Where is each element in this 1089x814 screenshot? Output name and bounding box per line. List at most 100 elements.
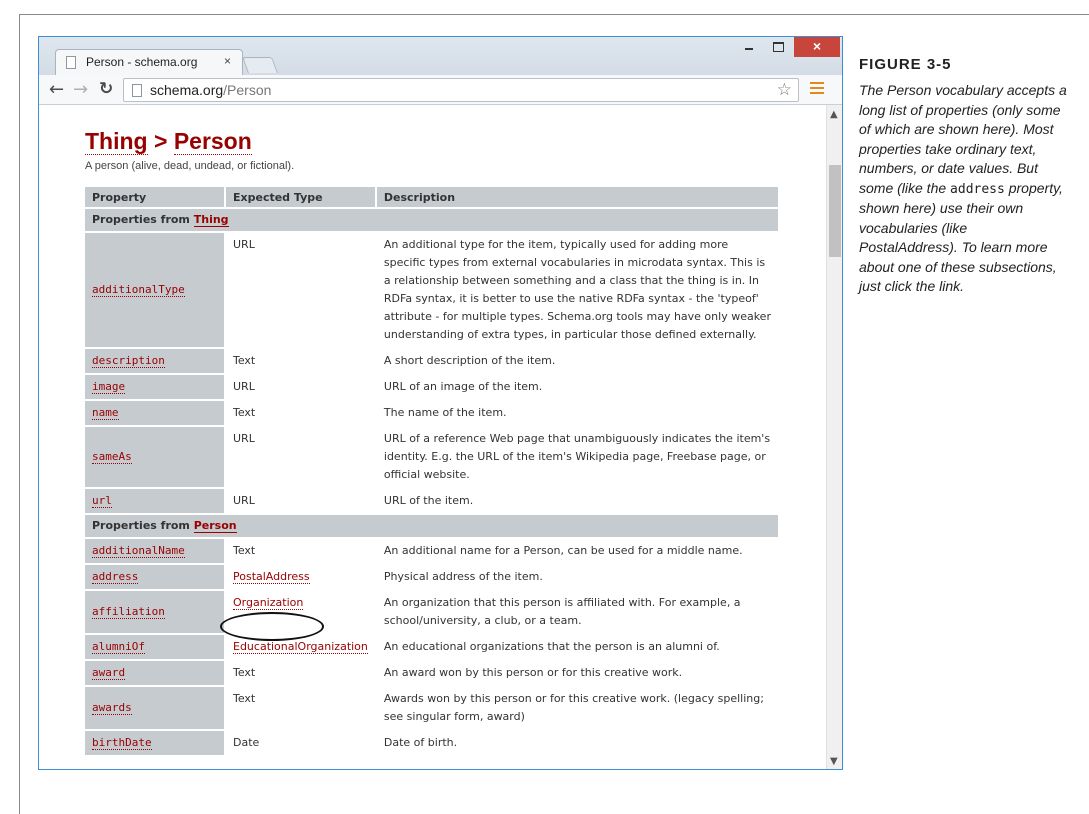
reload-icon[interactable]: ↻ <box>99 79 113 99</box>
expected-type-text: URL <box>233 432 255 445</box>
table-header-row: Property Expected Type Description <box>85 187 778 207</box>
expected-type-cell: URL <box>226 233 375 347</box>
property-link[interactable]: address <box>92 570 139 584</box>
highlight-annotation-ellipse <box>220 612 324 641</box>
properties-table: Property Expected Type Description Prope… <box>83 185 780 757</box>
property-cell: award <box>85 661 224 685</box>
property-link[interactable]: name <box>92 406 119 420</box>
table-row: additionalName Text An additional name for… <box>85 539 778 563</box>
caption-code: address <box>950 181 1005 197</box>
property-link[interactable]: additionalName <box>92 544 185 558</box>
expected-type-cell: Text <box>226 349 375 373</box>
expected-type-cell: Text <box>226 661 375 685</box>
url-path: /Person <box>223 82 272 98</box>
figure-caption-title: FIGURE 3-5 <box>859 56 952 73</box>
table-row: url URL URL of the item. <box>85 489 778 513</box>
property-link[interactable]: image <box>92 380 126 394</box>
url-host: schema.org <box>150 82 224 98</box>
property-cell: address <box>85 565 224 589</box>
table-row: description Text A short description of th… <box>85 349 778 373</box>
scroll-up-arrow-icon[interactable]: ▲ <box>830 109 838 120</box>
description-cell: An organization that this person is affi… <box>383 596 741 627</box>
property-link[interactable]: sameAs <box>92 450 132 464</box>
expected-type-text: Text <box>233 692 256 705</box>
table-row: alumniOf EducationalOrganization An educat… <box>85 635 778 659</box>
maximize-button[interactable] <box>765 37 791 57</box>
section-header: Properties from Person <box>85 515 778 537</box>
description-cell: Physical address of the item. <box>383 570 543 583</box>
expected-type-cell: URL <box>226 427 375 487</box>
property-link[interactable]: description <box>92 354 165 368</box>
property-link[interactable]: awards <box>92 701 132 715</box>
figure-caption: FIGURE 3-5 The Person vocabulary accepts… <box>859 56 1074 297</box>
table-row: affiliation Organization An organization t… <box>85 591 778 633</box>
bookmark-star-icon[interactable]: ☆ <box>777 80 792 100</box>
section-link[interactable]: Thing <box>193 213 229 227</box>
browser-tab[interactable]: Person - schema.org × <box>55 49 243 75</box>
description-cell: The name of the item. <box>383 406 507 419</box>
property-cell: awards <box>85 687 224 729</box>
breadcrumb-person-link[interactable]: Person <box>173 128 252 155</box>
expected-type-cell: Text <box>226 687 375 729</box>
property-link[interactable]: url <box>92 494 112 508</box>
description-cell: A short description of the item. <box>383 354 556 367</box>
property-cell: description <box>85 349 224 373</box>
description-cell: URL of the item. <box>383 494 474 507</box>
table-row: birthDate Date Date of birth. <box>85 731 778 755</box>
expected-type-text: Text <box>233 354 256 367</box>
table-body: Properties from Thing additionalType URL An… <box>85 209 778 755</box>
scroll-down-arrow-icon[interactable]: ▼ <box>830 756 838 767</box>
property-link[interactable]: award <box>92 666 126 680</box>
caption-text-1: The Person vocabulary accepts a long lis… <box>859 82 1067 196</box>
expected-type-cell: Text <box>226 539 375 563</box>
property-cell: image <box>85 375 224 399</box>
expected-type-link[interactable]: EducationalOrganization <box>233 640 368 654</box>
expected-type-link[interactable]: Organization <box>233 596 304 610</box>
scrollbar-thumb[interactable] <box>829 165 841 257</box>
property-cell: additionalType <box>85 233 224 347</box>
expected-type-text: Text <box>233 406 256 419</box>
minimize-button[interactable] <box>736 37 762 57</box>
expected-type-text: URL <box>233 494 255 507</box>
column-header-description: Description <box>376 187 778 207</box>
description-cell: URL of an image of the item. <box>383 380 543 393</box>
expected-type-text: Text <box>233 666 256 679</box>
property-link[interactable]: birthDate <box>92 736 152 750</box>
property-link[interactable]: alumniOf <box>92 640 145 654</box>
back-arrow-icon[interactable]: ← <box>49 79 64 100</box>
description-cell: Date of birth. <box>383 736 458 749</box>
close-window-button[interactable]: × <box>794 37 840 57</box>
section-prefix: Properties from <box>92 213 194 226</box>
page-viewport: Thing > Person A person (alive, dead, un… <box>39 105 826 769</box>
table-row: address PostalAddress Physical address of … <box>85 565 778 589</box>
description-cell: An additional name for a Person, can be … <box>383 544 743 557</box>
description-cell: Awards won by this person or for this cr… <box>383 692 764 723</box>
table-row: awards Text Awards won by this person or f… <box>85 687 778 729</box>
section-prefix: Properties from <box>92 519 194 532</box>
url-text[interactable]: schema.org/Person <box>150 82 271 98</box>
column-header-property: Property <box>85 187 224 207</box>
property-cell: sameAs <box>85 427 224 487</box>
table-row: image URL URL of an image of the item. <box>85 375 778 399</box>
description-cell: An award won by this person or for this … <box>383 666 683 679</box>
property-cell: url <box>85 489 224 513</box>
property-cell: alumniOf <box>85 635 224 659</box>
property-link[interactable]: additionalType <box>92 283 185 297</box>
expected-type-cell: URL <box>226 489 375 513</box>
hamburger-menu-icon[interactable] <box>810 82 824 96</box>
table-row: additionalType URL An additional type for … <box>85 233 778 347</box>
new-tab-button[interactable] <box>242 57 278 73</box>
expected-type-link[interactable]: PostalAddress <box>233 570 310 584</box>
tab-close-icon[interactable]: × <box>224 54 231 68</box>
breadcrumb-thing-link[interactable]: Thing <box>85 128 148 155</box>
expected-type-text: Date <box>233 736 260 749</box>
property-link[interactable]: affiliation <box>92 605 165 619</box>
figure-caption-body: The Person vocabulary accepts a long lis… <box>859 81 1069 297</box>
address-bar[interactable]: schema.org/Person ☆ <box>123 78 799 102</box>
vertical-scrollbar[interactable]: ▲ ▼ <box>826 105 842 769</box>
section-link[interactable]: Person <box>193 519 237 533</box>
expected-type-cell: PostalAddress <box>226 565 375 589</box>
section-header-row: Properties from Person <box>85 515 778 537</box>
forward-arrow-icon[interactable]: → <box>73 79 88 100</box>
expected-type-text: URL <box>233 238 255 251</box>
